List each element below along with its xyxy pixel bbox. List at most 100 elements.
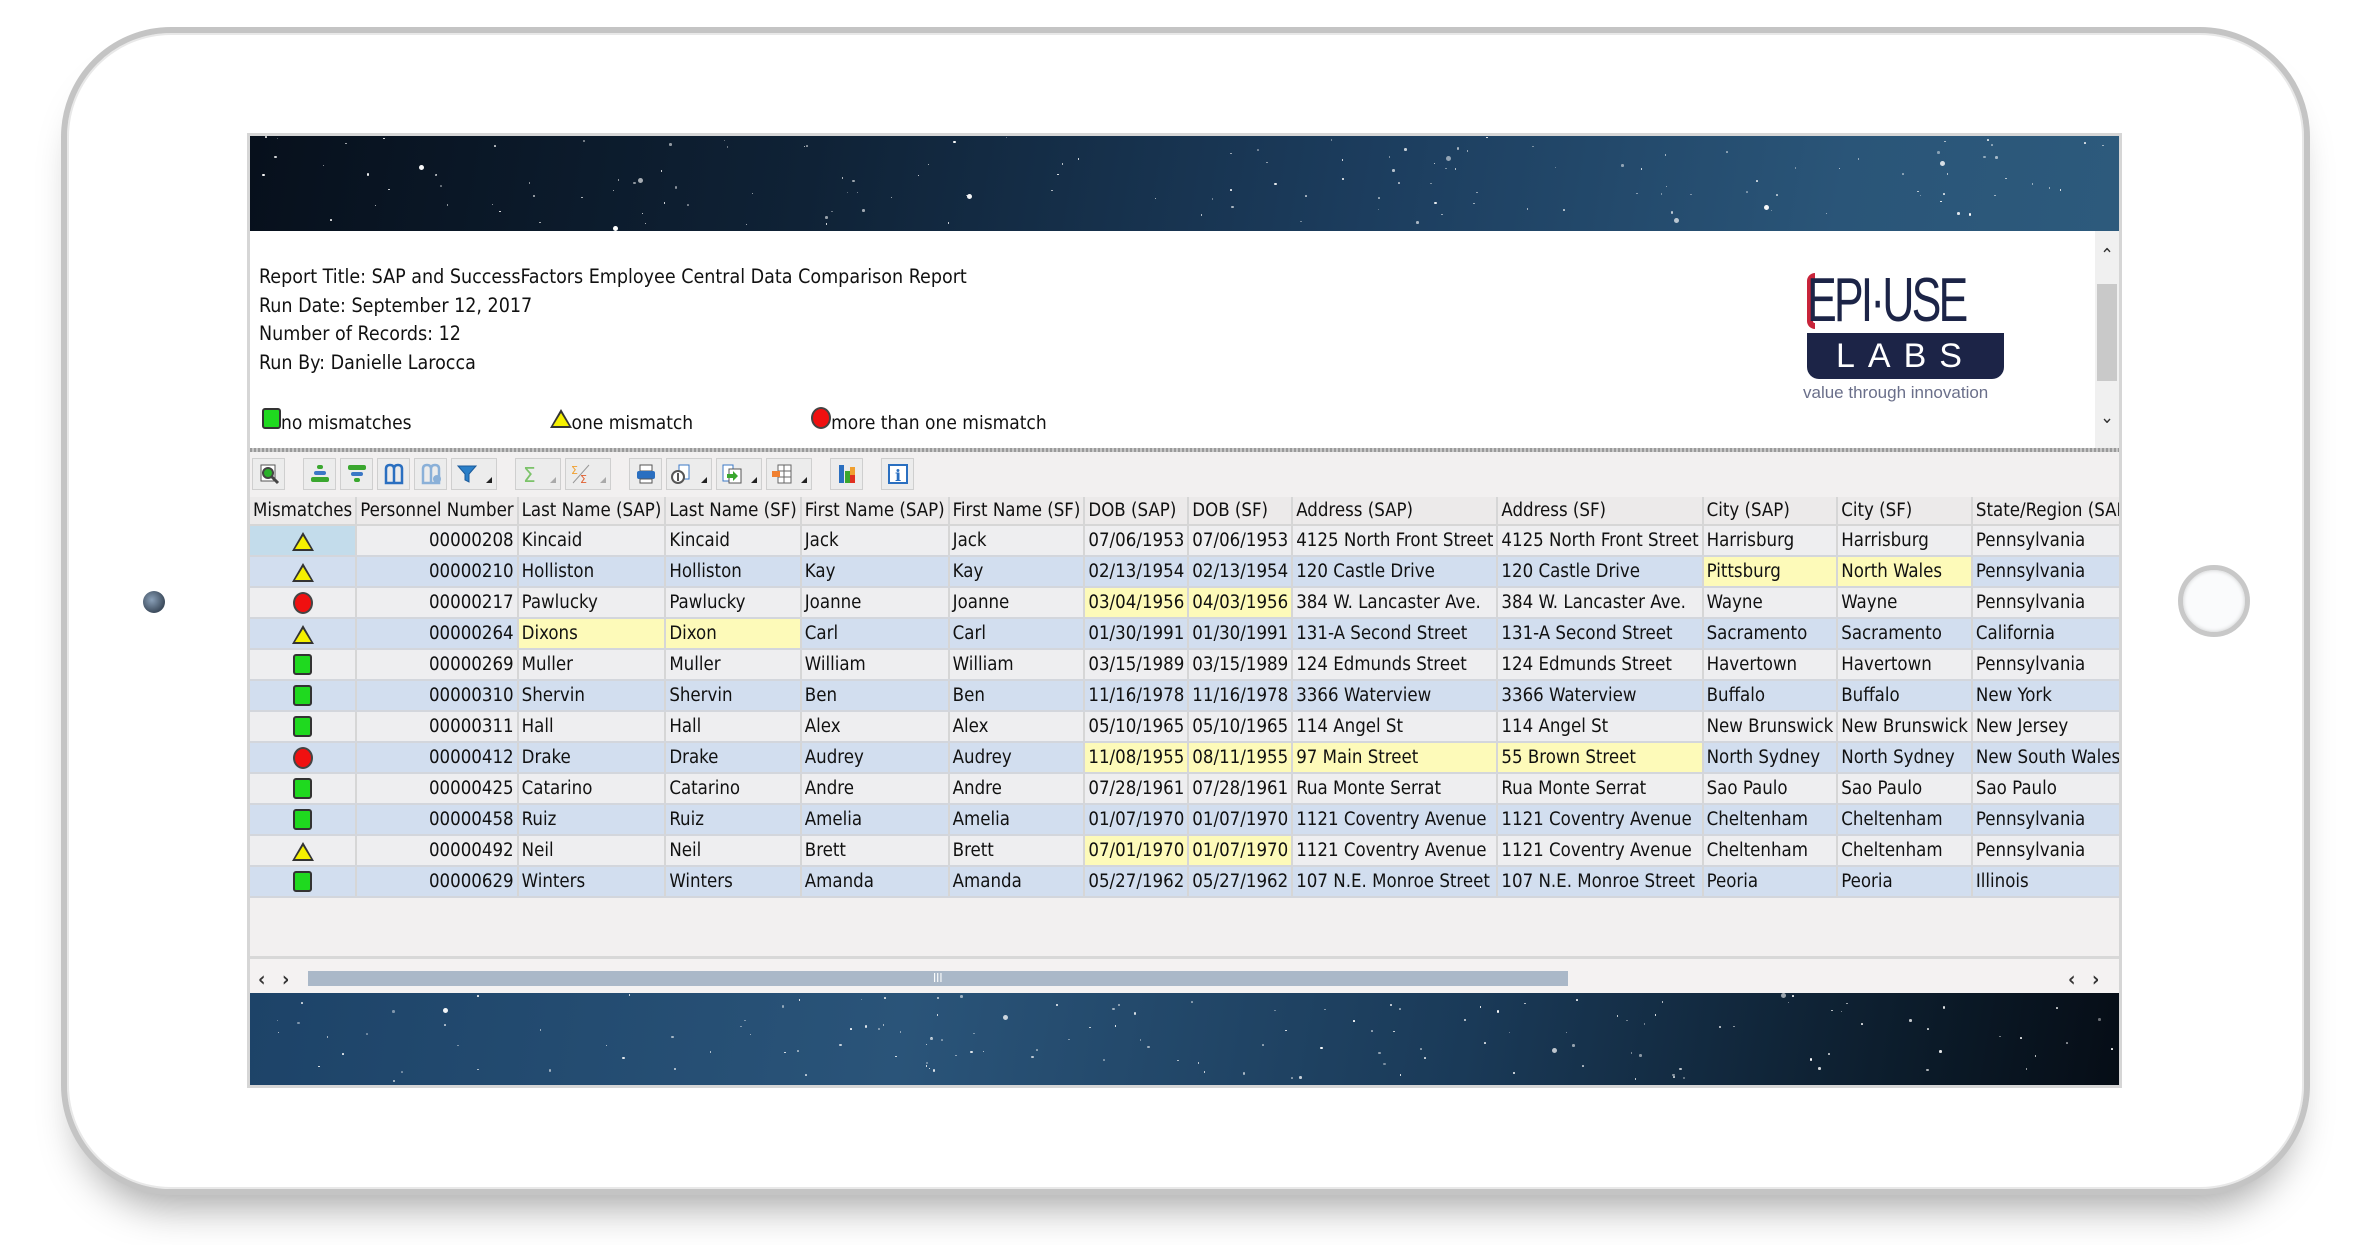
table-cell[interactable]: Sao Paulo xyxy=(1702,773,1839,805)
table-cell[interactable]: Cheltenham xyxy=(1837,804,1973,836)
table-cell[interactable]: Catarino xyxy=(517,773,667,805)
table-cell[interactable]: 1121 Coventry Avenue xyxy=(1497,804,1704,836)
column-header[interactable]: City (SAP) xyxy=(1702,497,1839,526)
column-header[interactable]: Address (SF) xyxy=(1497,497,1704,526)
table-cell[interactable]: William xyxy=(948,649,1086,681)
table-cell[interactable]: 07/06/1953 xyxy=(1084,525,1190,557)
table-cell[interactable]: Rua Monte Serrat xyxy=(1292,773,1499,805)
table-cell[interactable]: 1121 Coventry Avenue xyxy=(1292,835,1499,867)
mismatch-status-cell[interactable] xyxy=(250,649,358,681)
subtotal-button[interactable]: ΣΣ xyxy=(565,458,611,490)
table-cell[interactable]: Cheltenham xyxy=(1837,835,1973,867)
table-cell[interactable]: Pittsburg xyxy=(1702,556,1839,588)
table-cell[interactable]: Peoria xyxy=(1837,866,1973,898)
table-cell[interactable]: 05/10/1965 xyxy=(1084,711,1190,743)
table-cell[interactable]: Audrey xyxy=(800,742,950,774)
personnel-number-cell[interactable]: 00000412 xyxy=(356,742,519,774)
table-cell[interactable]: Hall xyxy=(665,711,802,743)
table-cell[interactable]: Kay xyxy=(948,556,1086,588)
table-row[interactable]: 00000458 Ruiz Ruiz Amelia Amelia 01/07/1970 01… xyxy=(250,804,2119,836)
table-cell[interactable]: New York xyxy=(1971,680,2119,712)
table-cell[interactable]: William xyxy=(800,649,950,681)
table-cell[interactable]: California xyxy=(1971,618,2119,650)
table-cell[interactable]: Winters xyxy=(665,866,802,898)
table-cell[interactable]: Sacramento xyxy=(1702,618,1839,650)
table-cell[interactable]: Joanne xyxy=(948,587,1086,619)
mismatch-status-cell[interactable] xyxy=(250,525,358,557)
table-cell[interactable]: 04/03/1956 xyxy=(1188,587,1294,619)
table-cell[interactable]: 05/10/1965 xyxy=(1188,711,1294,743)
table-cell[interactable]: 07/28/1961 xyxy=(1084,773,1190,805)
table-cell[interactable]: 05/27/1962 xyxy=(1084,866,1190,898)
table-cell[interactable]: Carl xyxy=(800,618,950,650)
table-cell[interactable]: Illinois xyxy=(1971,866,2119,898)
table-cell[interactable]: Winters xyxy=(517,866,667,898)
table-cell[interactable]: 1121 Coventry Avenue xyxy=(1497,835,1704,867)
table-cell[interactable]: Kincaid xyxy=(665,525,802,557)
table-cell[interactable]: Cheltenham xyxy=(1702,804,1839,836)
table-cell[interactable]: Ruiz xyxy=(517,804,667,836)
table-cell[interactable]: 01/30/1991 xyxy=(1188,618,1294,650)
find-button[interactable] xyxy=(377,458,410,490)
mismatch-status-cell[interactable] xyxy=(250,556,358,588)
personnel-number-cell[interactable]: 00000217 xyxy=(356,587,519,619)
table-cell[interactable]: 55 Brown Street xyxy=(1497,742,1704,774)
column-header[interactable]: Personnel Number xyxy=(356,497,519,526)
table-cell[interactable]: 114 Angel St xyxy=(1497,711,1704,743)
table-cell[interactable]: 07/01/1970 xyxy=(1084,835,1190,867)
table-cell[interactable]: Drake xyxy=(665,742,802,774)
sum-button[interactable]: Σ xyxy=(515,458,561,490)
layout-button[interactable] xyxy=(766,458,812,490)
table-cell[interactable]: Catarino xyxy=(665,773,802,805)
table-cell[interactable]: Harrisburg xyxy=(1837,525,1973,557)
table-cell[interactable]: 114 Angel St xyxy=(1292,711,1499,743)
table-cell[interactable]: Brett xyxy=(948,835,1086,867)
table-cell[interactable]: Ben xyxy=(800,680,950,712)
table-cell[interactable]: 124 Edmunds Street xyxy=(1292,649,1499,681)
table-cell[interactable]: Pennsylvania xyxy=(1971,804,2119,836)
table-cell[interactable]: Audrey xyxy=(948,742,1086,774)
table-cell[interactable]: Carl xyxy=(948,618,1086,650)
table-cell[interactable]: 124 Edmunds Street xyxy=(1497,649,1704,681)
mismatch-status-cell[interactable] xyxy=(250,680,358,712)
table-cell[interactable]: Harrisburg xyxy=(1702,525,1839,557)
column-header[interactable]: DOB (SAP) xyxy=(1084,497,1190,526)
table-cell[interactable]: Alex xyxy=(800,711,950,743)
scroll-right-icon[interactable]: › xyxy=(282,967,289,991)
table-cell[interactable]: Kay xyxy=(800,556,950,588)
table-cell[interactable]: Shervin xyxy=(665,680,802,712)
table-cell[interactable]: Wayne xyxy=(1702,587,1839,619)
table-cell[interactable]: Amanda xyxy=(800,866,950,898)
table-cell[interactable]: 11/16/1978 xyxy=(1084,680,1190,712)
personnel-number-cell[interactable]: 00000269 xyxy=(356,649,519,681)
print-button[interactable] xyxy=(629,458,662,490)
table-cell[interactable]: Sacramento xyxy=(1837,618,1973,650)
personnel-number-cell[interactable]: 00000425 xyxy=(356,773,519,805)
table-cell[interactable]: 05/27/1962 xyxy=(1188,866,1294,898)
table-cell[interactable]: 3366 Waterview xyxy=(1497,680,1704,712)
table-cell[interactable]: 131-A Second Street xyxy=(1497,618,1704,650)
table-cell[interactable]: Dixons xyxy=(517,618,667,650)
table-cell[interactable]: 3366 Waterview xyxy=(1292,680,1499,712)
table-cell[interactable]: 03/15/1989 xyxy=(1188,649,1294,681)
mismatch-status-cell[interactable] xyxy=(250,711,358,743)
table-cell[interactable]: Rua Monte Serrat xyxy=(1497,773,1704,805)
table-cell[interactable]: Pennsylvania xyxy=(1971,587,2119,619)
scroll-down-icon[interactable]: ⌄ xyxy=(2095,407,2119,428)
column-header[interactable]: City (SF) xyxy=(1837,497,1973,526)
table-cell[interactable]: 01/30/1991 xyxy=(1084,618,1190,650)
table-cell[interactable]: Pennsylvania xyxy=(1971,556,2119,588)
sort-descending-button[interactable] xyxy=(340,458,373,490)
scroll-up-icon[interactable]: ⌃ xyxy=(2095,245,2119,266)
table-cell[interactable]: Ben xyxy=(948,680,1086,712)
personnel-number-cell[interactable]: 00000311 xyxy=(356,711,519,743)
table-cell[interactable]: Jack xyxy=(948,525,1086,557)
table-cell[interactable]: 107 N.E. Monroe Street xyxy=(1497,866,1704,898)
scroll-thumb[interactable] xyxy=(2097,284,2117,381)
table-cell[interactable]: 97 Main Street xyxy=(1292,742,1499,774)
table-cell[interactable]: New South Wales xyxy=(1971,742,2119,774)
table-cell[interactable]: Andre xyxy=(948,773,1086,805)
personnel-number-cell[interactable]: 00000629 xyxy=(356,866,519,898)
table-cell[interactable]: Neil xyxy=(517,835,667,867)
table-cell[interactable]: 01/07/1970 xyxy=(1084,804,1190,836)
